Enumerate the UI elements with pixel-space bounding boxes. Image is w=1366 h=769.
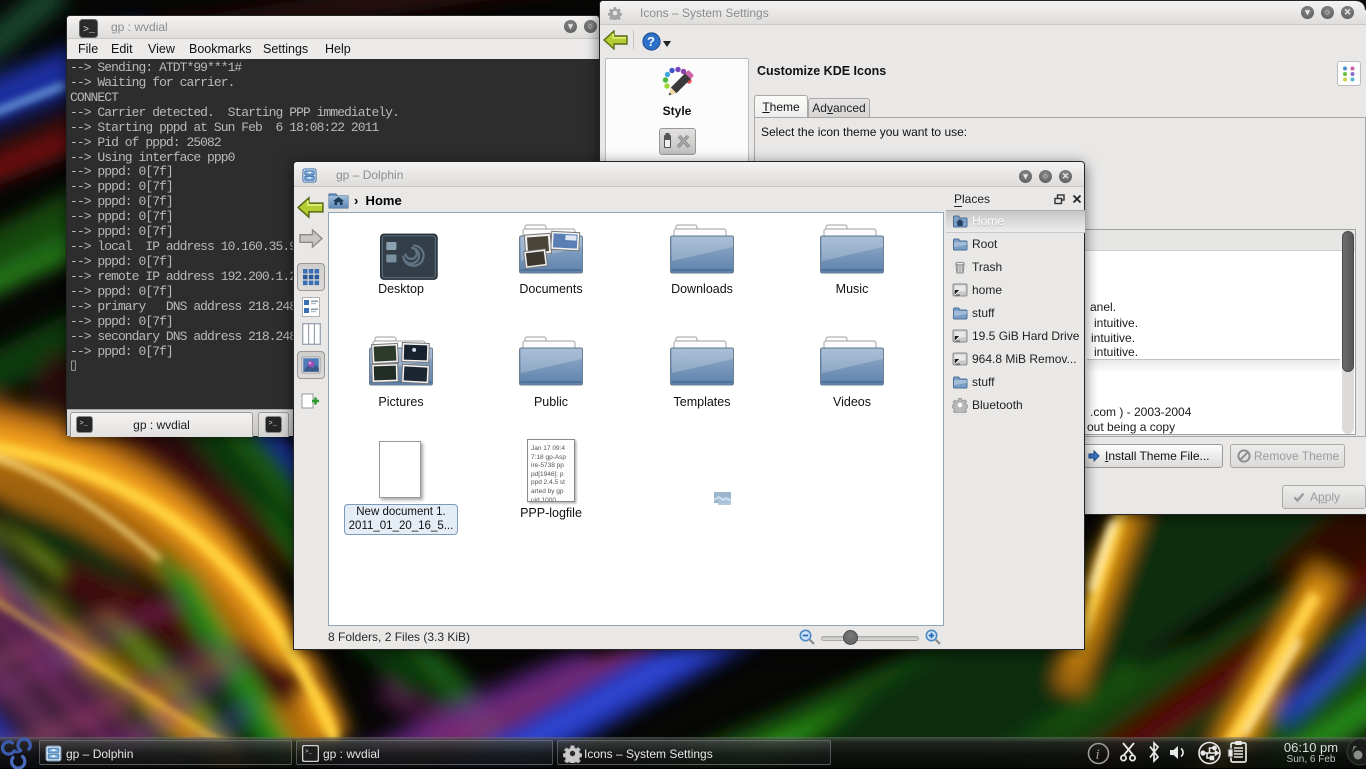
- svg-text:>_: >_: [269, 420, 278, 428]
- svg-text:>_: >_: [83, 25, 96, 36]
- svg-text:?: ?: [647, 34, 655, 49]
- svg-text:i: i: [1096, 747, 1100, 763]
- svg-text:>_: >_: [305, 748, 313, 755]
